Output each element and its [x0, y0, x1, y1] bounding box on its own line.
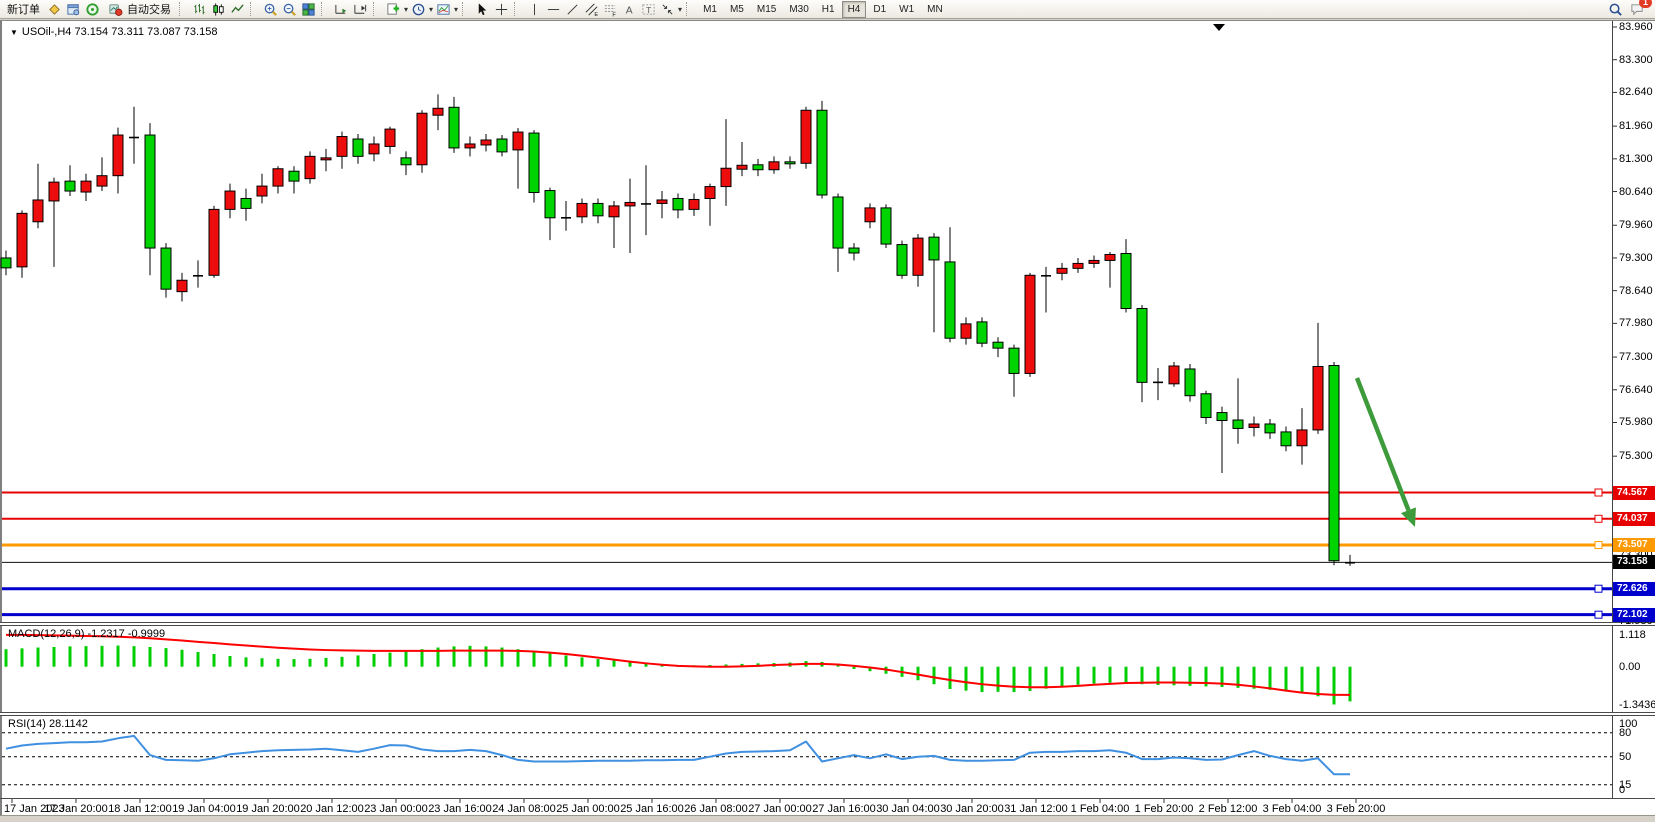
svg-text:T: T: [646, 4, 651, 14]
tf-m30[interactable]: M30: [783, 1, 814, 18]
market-watch-icon[interactable]: [45, 1, 63, 18]
chart-shift-icon[interactable]: [351, 1, 369, 18]
periods-icon[interactable]: [409, 1, 427, 18]
strategy-tester-icon[interactable]: [83, 1, 101, 18]
toolbar-grip: [250, 2, 257, 16]
tf-m15[interactable]: M15: [751, 1, 782, 18]
tf-h4[interactable]: H4: [842, 1, 867, 18]
vertical-line-icon[interactable]: [525, 1, 543, 18]
periods-dropdown-icon[interactable]: ▾: [429, 5, 433, 14]
toolbar-grip: [686, 2, 693, 16]
zoom-in-icon[interactable]: [261, 1, 279, 18]
toolbar-grip: [179, 2, 186, 16]
text-icon[interactable]: A: [620, 1, 638, 18]
toolbar-grip: [514, 2, 521, 16]
data-window-icon[interactable]: [64, 1, 82, 18]
fibonacci-icon[interactable]: F: [601, 1, 619, 18]
trendline-icon[interactable]: [563, 1, 581, 18]
candlestick-chart-type-icon[interactable]: [209, 1, 227, 18]
text-label-icon[interactable]: T: [639, 1, 657, 18]
svg-text:A: A: [625, 5, 632, 16]
notifications-icon[interactable]: 1: [1628, 1, 1646, 18]
notification-badge: 1: [1639, 0, 1652, 8]
cursor-icon[interactable]: [473, 1, 491, 18]
autotrading-icon: [106, 1, 124, 18]
toolbar-grip: [321, 2, 328, 16]
price-axis-border: [1612, 21, 1613, 798]
toolbar-grip: [373, 2, 380, 16]
indicators-dropdown-icon[interactable]: ▾: [404, 5, 408, 14]
main-chart-canvas[interactable]: [2, 21, 1612, 622]
toolbar-grip: [462, 2, 469, 16]
auto-scroll-icon[interactable]: [332, 1, 350, 18]
crosshair-icon[interactable]: [492, 1, 510, 18]
autotrading-button[interactable]: 自动交易: [102, 1, 175, 18]
templates-icon[interactable]: [434, 1, 452, 18]
tf-m1[interactable]: M1: [697, 1, 723, 18]
toolbar: 新订单 自动交易: [0, 0, 1655, 19]
line-chart-type-icon[interactable]: [228, 1, 246, 18]
autotrading-label: 自动交易: [127, 1, 171, 17]
zoom-out-icon[interactable]: [280, 1, 298, 18]
macd-panel-canvas[interactable]: [2, 626, 1612, 713]
mt4-window: 新订单 自动交易: [0, 0, 1655, 822]
tf-m5[interactable]: M5: [724, 1, 750, 18]
tf-w1[interactable]: W1: [893, 1, 920, 18]
fibo-letter: F: [612, 12, 616, 16]
tf-d1[interactable]: D1: [867, 1, 892, 18]
tile-windows-icon[interactable]: [299, 1, 317, 18]
tf-h1[interactable]: H1: [816, 1, 841, 18]
new-order-button[interactable]: 新订单: [3, 1, 44, 18]
rsi-panel-canvas[interactable]: [2, 716, 1612, 798]
window-bottom-strip: [0, 815, 1655, 822]
horizontal-line-icon[interactable]: [544, 1, 562, 18]
arrows-tool-icon[interactable]: [658, 1, 676, 18]
tf-mn[interactable]: MN: [921, 1, 949, 18]
channel-letter: E: [594, 12, 598, 17]
arrows-dropdown-icon[interactable]: ▾: [678, 5, 682, 14]
templates-dropdown-icon[interactable]: ▾: [454, 5, 458, 14]
search-icon[interactable]: [1606, 1, 1624, 18]
time-axis-border: [0, 798, 1655, 799]
equidistant-channel-icon[interactable]: E: [582, 1, 600, 18]
indicators-icon[interactable]: [384, 1, 402, 18]
new-order-label: 新订单: [7, 1, 40, 17]
bar-chart-type-icon[interactable]: [190, 1, 208, 18]
